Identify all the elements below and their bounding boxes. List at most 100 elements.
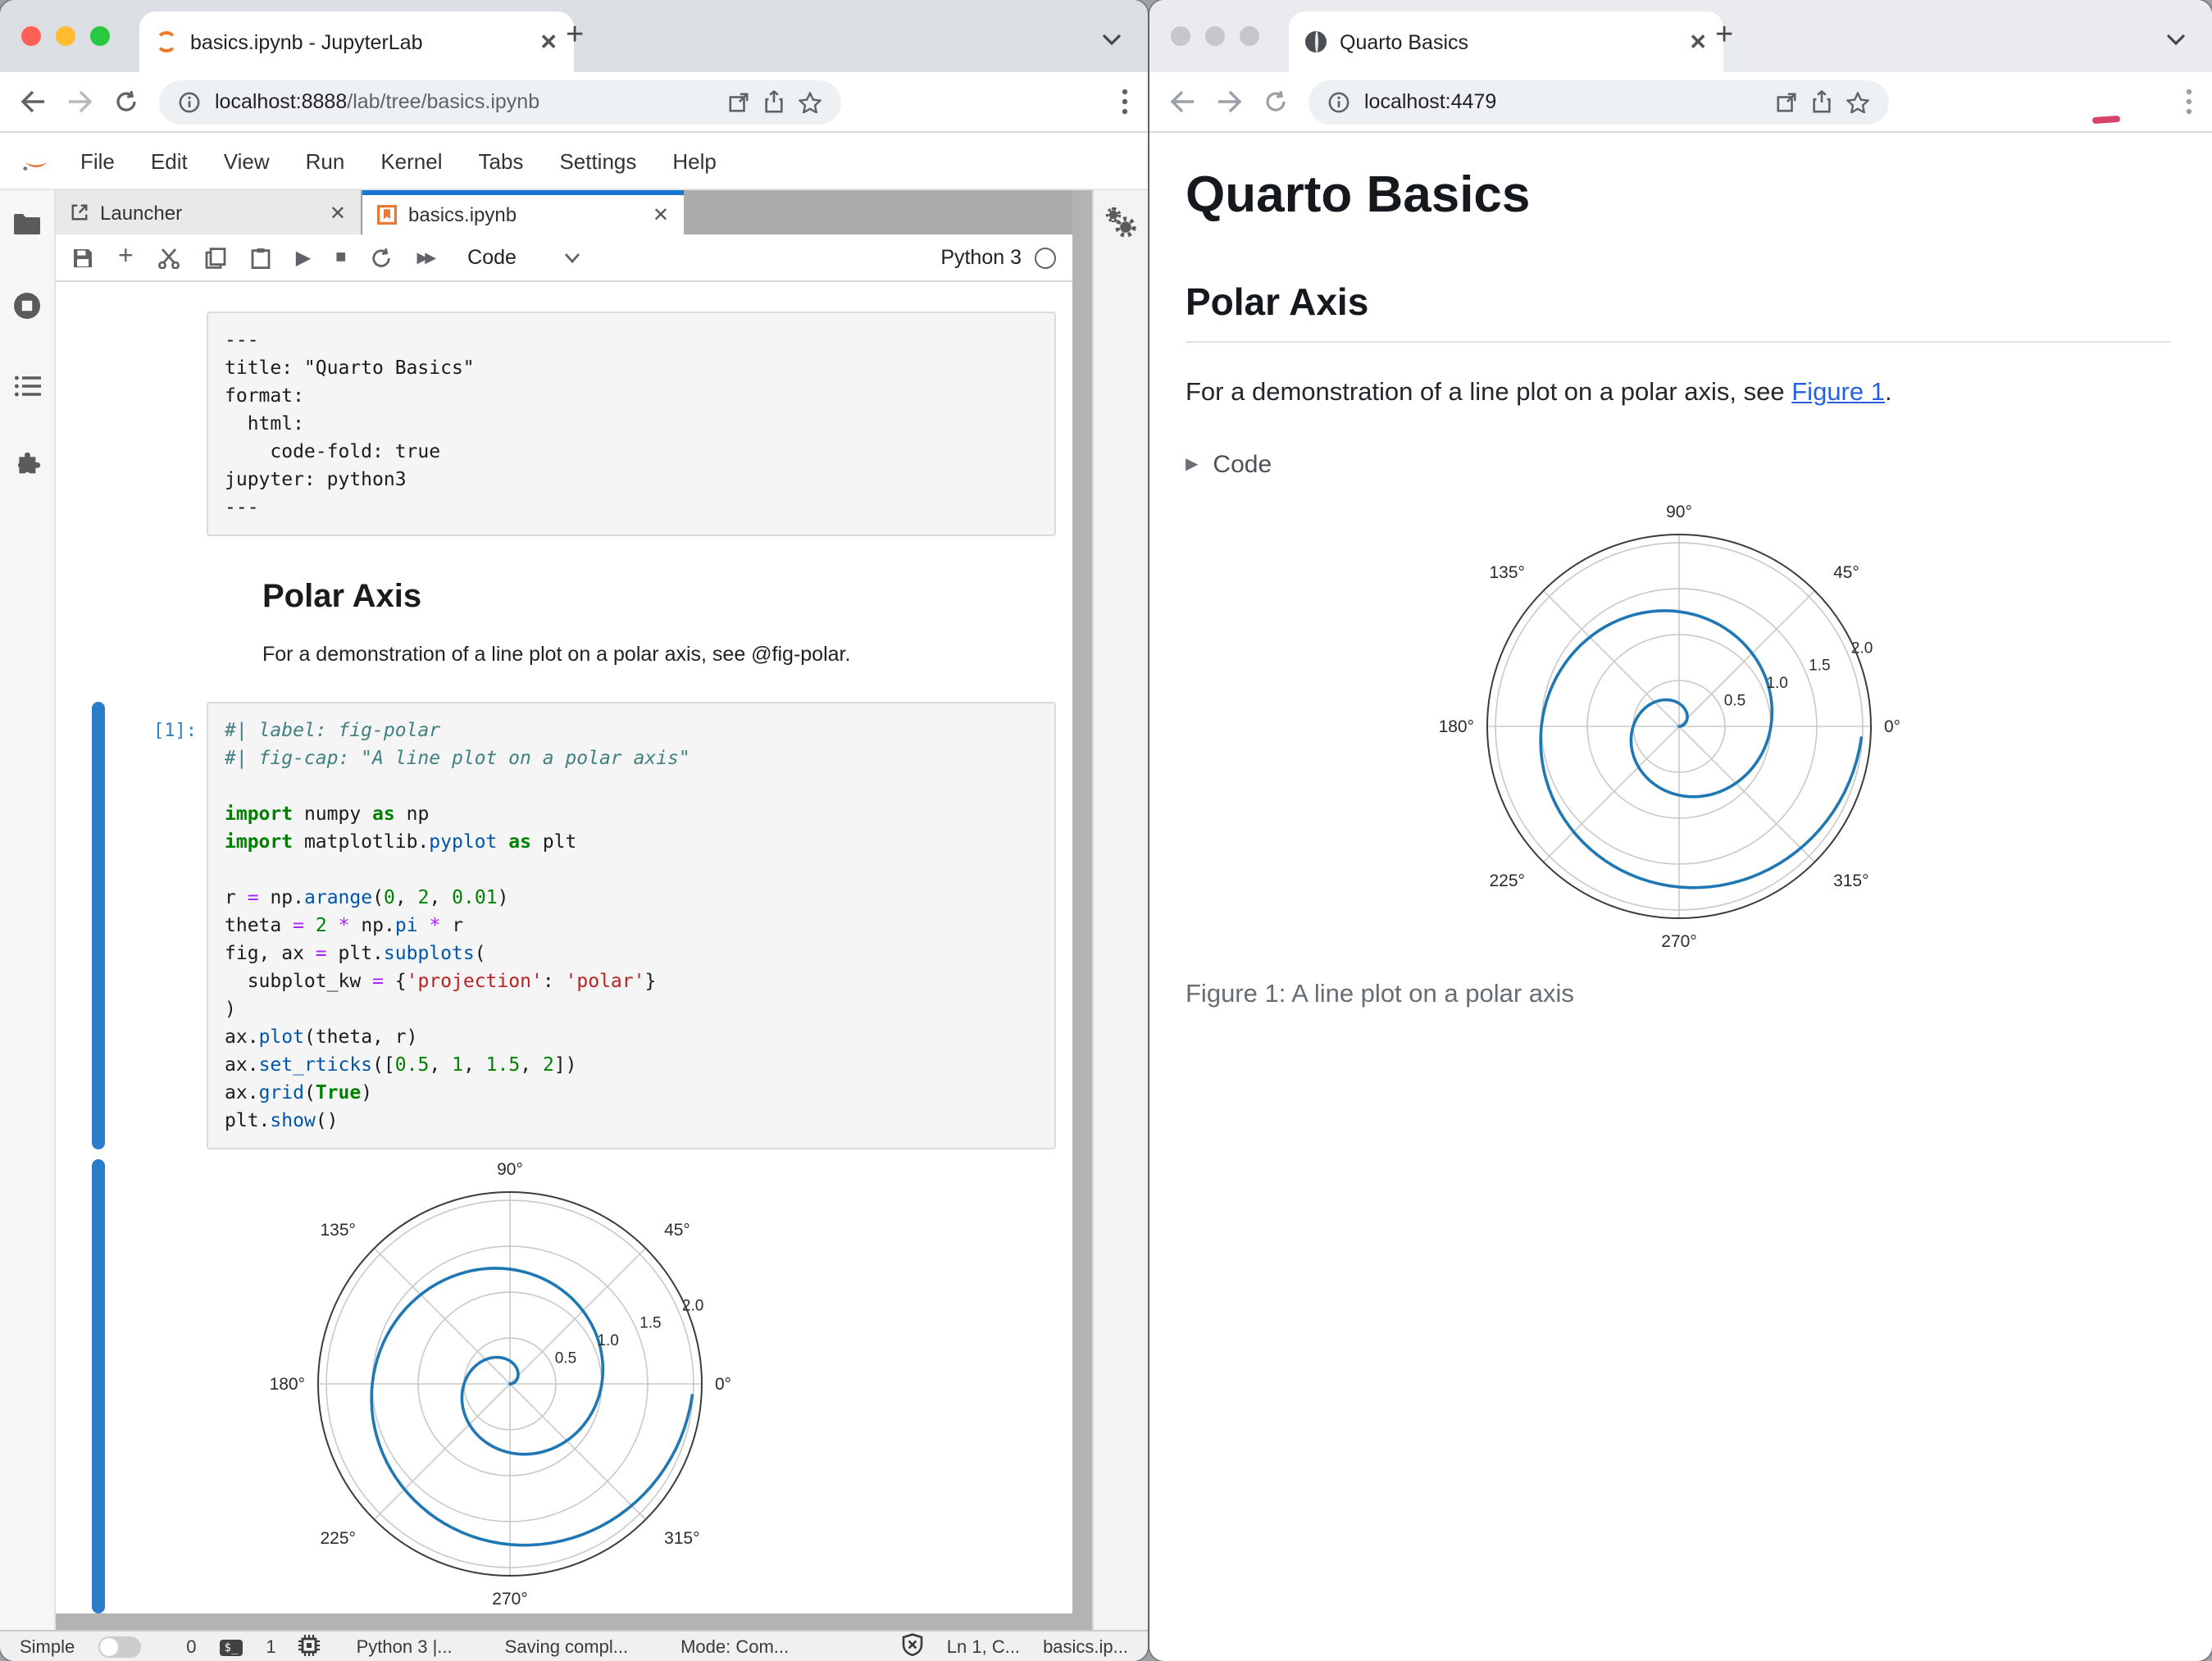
- close-icon[interactable]: ✕: [330, 201, 346, 224]
- output-collapser[interactable]: [92, 1159, 105, 1613]
- reload-icon[interactable]: [115, 90, 138, 113]
- kernel-status-icon[interactable]: [1035, 247, 1056, 268]
- browser-tab-title: Quarto Basics: [1340, 30, 1469, 53]
- minimize-window-button[interactable]: [1205, 26, 1225, 46]
- menu-help[interactable]: Help: [654, 148, 735, 173]
- tab-search-chevron-icon[interactable]: [1102, 25, 1122, 54]
- line-col-indicator[interactable]: Ln 1, C...: [947, 1637, 1020, 1657]
- menu-file[interactable]: File: [62, 148, 133, 173]
- browser-toolbar: localhost:8888/lab/tree/basics.ipynb: [0, 72, 1148, 133]
- table-of-contents-icon[interactable]: [14, 375, 40, 397]
- jupyterlab-dock: Launcher ✕ basics.ipynb ✕ + ▶ ■ ▶▶ Code …: [56, 190, 1072, 1630]
- tab-launcher[interactable]: Launcher ✕: [56, 190, 362, 234]
- notebook-toolbar: + ▶ ■ ▶▶ Code Python 3: [56, 234, 1072, 282]
- forward-icon[interactable]: [1217, 90, 1243, 113]
- close-window-button[interactable]: [1171, 26, 1190, 46]
- window-quarto-preview: Quarto Basics ✕ + localhost:4479 Quarto …: [1149, 0, 2212, 1661]
- yaml-cell-editor[interactable]: --- title: "Quarto Basics" format: html: c…: [207, 312, 1056, 536]
- insert-cell-icon[interactable]: +: [118, 243, 134, 272]
- svg-text:135°: 135°: [1488, 563, 1523, 582]
- kernel-status-text[interactable]: Python 3 |...: [357, 1637, 453, 1657]
- browser-menu-icon[interactable]: [2186, 89, 2192, 115]
- jupyterlab-right-sidebar: [1092, 190, 1148, 1630]
- share-icon[interactable]: [1812, 90, 1832, 113]
- jupyterlab-activity-bar: [0, 190, 56, 1630]
- paste-cells-icon[interactable]: [252, 247, 271, 268]
- svg-text:1.0: 1.0: [1765, 675, 1786, 692]
- back-icon[interactable]: [20, 90, 46, 113]
- extensions-icon[interactable]: [14, 453, 40, 479]
- stop-kernel-icon[interactable]: ■: [335, 248, 346, 267]
- svg-text:270°: 270°: [1660, 932, 1695, 948]
- property-inspector-icon[interactable]: [1104, 207, 1137, 1630]
- svg-text:2.0: 2.0: [1850, 639, 1872, 657]
- url-bar[interactable]: localhost:8888/lab/tree/basics.ipynb: [159, 80, 841, 124]
- url-bar[interactable]: localhost:4479: [1309, 80, 1889, 124]
- menu-settings[interactable]: Settings: [541, 148, 654, 173]
- menu-run[interactable]: Run: [288, 148, 363, 173]
- copy-cells-icon[interactable]: [206, 247, 227, 268]
- menu-view[interactable]: View: [206, 148, 288, 173]
- code-cell-editor[interactable]: #| label: fig-polar #| fig-cap: "A line p…: [207, 702, 1056, 1149]
- kernel-name[interactable]: Python 3: [940, 246, 1022, 269]
- kernel-chip-icon: [298, 1634, 321, 1660]
- notebook-paragraph: For a demonstration of a line plot on a …: [262, 643, 851, 666]
- site-info-icon[interactable]: [179, 91, 200, 112]
- bookmark-star-icon[interactable]: [1846, 91, 1869, 112]
- menu-tabs[interactable]: Tabs: [461, 148, 542, 173]
- close-icon[interactable]: ✕: [539, 29, 558, 55]
- file-browser-icon[interactable]: [13, 213, 41, 236]
- open-in-window-icon[interactable]: [728, 91, 749, 112]
- notebook-content: --- title: "Quarto Basics" format: html: c…: [56, 282, 1072, 1613]
- close-window-button[interactable]: [21, 26, 41, 46]
- restart-kernel-icon[interactable]: [371, 247, 392, 268]
- svg-text:45°: 45°: [664, 1221, 690, 1240]
- zoom-window-button[interactable]: [1240, 26, 1259, 46]
- browser-menu-icon[interactable]: [1122, 89, 1128, 115]
- svg-text:1.5: 1.5: [639, 1315, 661, 1332]
- close-icon[interactable]: ✕: [1689, 29, 1707, 55]
- svg-text:315°: 315°: [1832, 871, 1868, 890]
- window-controls: [1171, 26, 1259, 46]
- bookmark-star-icon[interactable]: [799, 91, 822, 112]
- zoom-window-button[interactable]: [90, 26, 110, 46]
- browser-tab[interactable]: Quarto Basics ✕: [1289, 11, 1723, 72]
- save-icon[interactable]: [72, 247, 93, 268]
- tab-basics-ipynb[interactable]: basics.ipynb ✕: [362, 190, 684, 234]
- site-info-icon[interactable]: [1328, 91, 1350, 112]
- menu-edit[interactable]: Edit: [133, 148, 206, 173]
- terminal-count[interactable]: 0: [186, 1637, 196, 1657]
- running-kernels-icon[interactable]: [13, 292, 41, 320]
- cell-collapser[interactable]: [92, 702, 105, 1149]
- forward-icon[interactable]: [67, 90, 93, 113]
- new-tab-button[interactable]: +: [566, 18, 584, 54]
- jupyterlab-menubar: File Edit View Run Kernel Tabs Settings …: [0, 133, 1148, 190]
- tab-search-chevron-icon[interactable]: [2166, 25, 2186, 54]
- back-icon[interactable]: [1169, 90, 1195, 113]
- reload-icon[interactable]: [1264, 90, 1287, 113]
- simple-mode-toggle[interactable]: [98, 1636, 141, 1658]
- run-all-icon[interactable]: ▶▶: [416, 248, 436, 266]
- cell-type-select[interactable]: Code: [467, 246, 517, 269]
- figure-1-link[interactable]: Figure 1: [1791, 379, 1885, 407]
- notebook-icon: [377, 205, 397, 225]
- jupyter-logo: [20, 144, 52, 177]
- run-cell-icon[interactable]: ▶: [296, 246, 311, 269]
- cell-collapser[interactable]: [92, 312, 105, 536]
- output-prompt: [105, 1159, 207, 1613]
- new-tab-button[interactable]: +: [1715, 18, 1733, 54]
- disclosure-triangle-icon: ▶: [1186, 456, 1199, 474]
- code-fold-toggle[interactable]: ▶ Code: [1186, 451, 2171, 479]
- open-in-window-icon[interactable]: [1776, 91, 1797, 112]
- menu-kernel[interactable]: Kernel: [362, 148, 460, 173]
- minimize-window-button[interactable]: [56, 26, 75, 46]
- code-cell: [1]: #| label: fig-polar #| fig-cap: "A l…: [56, 702, 1072, 1149]
- window-jupyterlab: basics.ipynb - JupyterLab ✕ + localhost:…: [0, 0, 1148, 1661]
- cell-type-chevron-icon[interactable]: [564, 252, 580, 263]
- browser-tab[interactable]: basics.ipynb - JupyterLab ✕: [139, 11, 574, 72]
- close-icon[interactable]: ✕: [653, 203, 669, 226]
- cut-cells-icon[interactable]: [158, 247, 181, 268]
- svg-text:0.5: 0.5: [1723, 693, 1745, 710]
- kernel-count[interactable]: 1: [266, 1637, 275, 1657]
- share-icon[interactable]: [764, 90, 784, 113]
